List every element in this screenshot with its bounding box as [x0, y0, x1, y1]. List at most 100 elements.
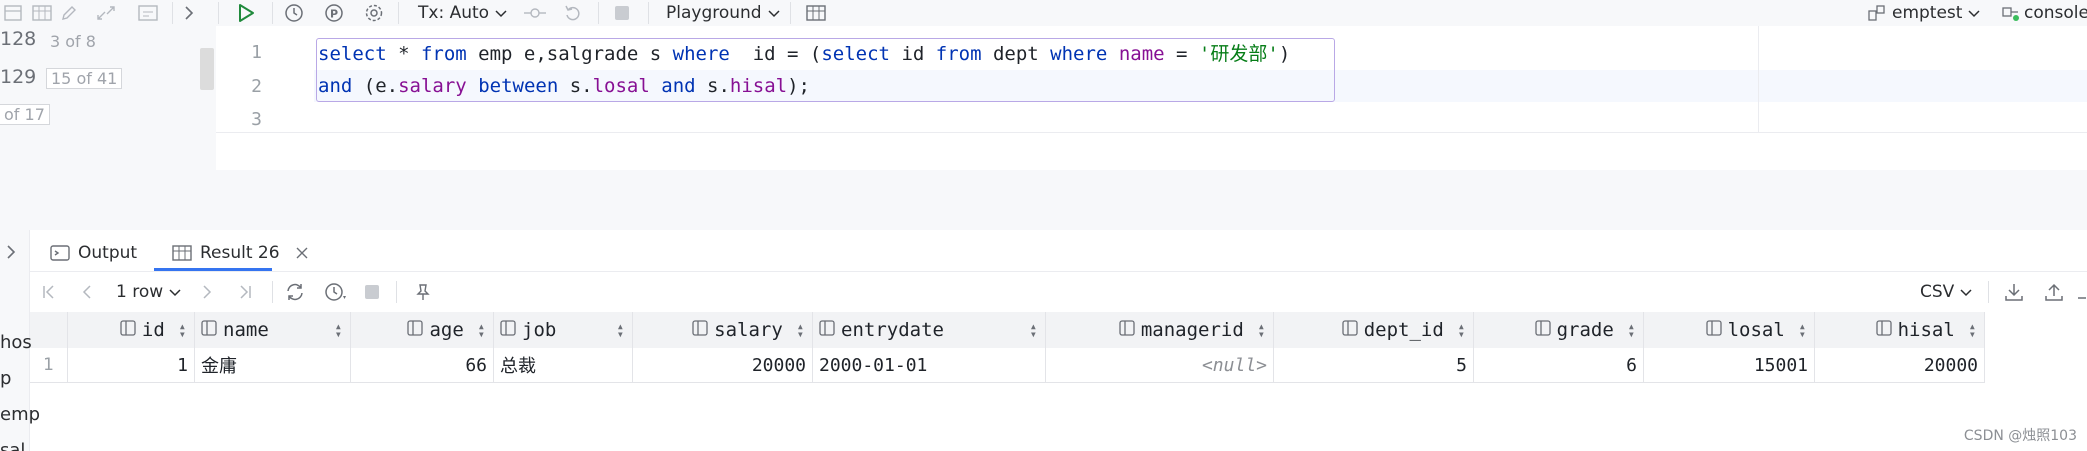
stop-icon[interactable]: [614, 0, 630, 26]
console-plug-icon: [2000, 4, 2020, 22]
svg-text:P: P: [330, 8, 338, 21]
refresh-icon[interactable]: [284, 276, 306, 308]
tree-item-fragment[interactable]: sal: [0, 440, 25, 451]
explain-plan-icon[interactable]: P: [324, 0, 344, 26]
watermark: CSDN @烛照103: [1963, 428, 2077, 444]
run-icon[interactable]: [236, 0, 256, 26]
sort-icon[interactable]: ▴ ▾: [1030, 320, 1037, 340]
stop-icon[interactable]: [364, 276, 380, 308]
column-icon: [819, 319, 835, 341]
sort-icon[interactable]: ▴ ▾: [179, 320, 186, 340]
table-cell-job[interactable]: 总裁: [494, 348, 633, 383]
sort-icon[interactable]: ▴ ▾: [1628, 320, 1635, 340]
chevron-down-icon: [768, 3, 780, 23]
column-icon: [1342, 319, 1358, 341]
table-cell-name[interactable]: 金庸: [195, 348, 351, 383]
console-label: console: [2024, 3, 2087, 23]
row-count-dropdown[interactable]: 1 row: [116, 276, 181, 308]
pin-icon[interactable]: [414, 276, 432, 308]
last-page-icon[interactable]: [238, 276, 252, 308]
column-name: entrydate: [841, 319, 944, 341]
sort-icon[interactable]: ▴ ▾: [1258, 320, 1265, 340]
tree-item-fragment[interactable]: p: [0, 368, 11, 389]
settings-gear-icon[interactable]: [364, 0, 384, 26]
column-name: salary: [714, 319, 783, 341]
column-name: id: [141, 319, 165, 341]
playground-label: Playground: [666, 3, 762, 23]
chevron-down-icon: [1960, 282, 1972, 302]
tab-output[interactable]: Output: [50, 236, 137, 270]
row-number[interactable]: 1: [30, 348, 68, 383]
console-dropdown[interactable]: console: [2000, 0, 2087, 26]
table-cell-entrydate[interactable]: 2000-01-01: [813, 348, 1046, 383]
download-icon[interactable]: [2004, 276, 2024, 308]
table-cell-age[interactable]: 66: [351, 348, 494, 383]
column-header-dept-id[interactable]: dept_id ▴ ▾: [1274, 312, 1474, 348]
close-icon[interactable]: [296, 247, 308, 259]
tab-result-26[interactable]: Result 26: [172, 236, 308, 270]
rollback-icon[interactable]: [564, 0, 582, 26]
chevron-down-icon: [169, 282, 181, 302]
sort-icon[interactable]: ▴ ▾: [617, 320, 624, 340]
column-header-job[interactable]: job ▴ ▾: [494, 312, 633, 348]
splitter-area: [0, 170, 2087, 230]
export-format-dropdown[interactable]: CSV: [1920, 276, 1972, 308]
sort-icon[interactable]: ▴ ▾: [1458, 320, 1465, 340]
line-number: 2: [251, 76, 262, 97]
table-cell-hisal[interactable]: 20000: [1815, 348, 1985, 383]
edit-pencil-icon[interactable]: [60, 0, 78, 26]
window-icon[interactable]: [138, 0, 158, 26]
tree-item-fragment[interactable]: emp: [0, 404, 40, 425]
table-cell-losal[interactable]: 15001: [1644, 348, 1815, 383]
upload-icon[interactable]: [2044, 276, 2064, 308]
column-name: hisal: [1897, 319, 1955, 341]
column-name: job: [522, 319, 557, 341]
timer-icon[interactable]: [324, 276, 348, 308]
column-header-hisal[interactable]: hisal ▴ ▾: [1815, 312, 1985, 348]
table-cell-salary[interactable]: 20000: [633, 348, 813, 383]
table-layout-icon[interactable]: [806, 0, 826, 26]
column-header-entrydate[interactable]: entrydate ▴ ▾: [813, 312, 1046, 348]
sort-icon[interactable]: ▴ ▾: [1969, 320, 1976, 340]
strip-fragment: 128: [0, 28, 37, 50]
tree-item-fragment[interactable]: hos: [0, 332, 32, 353]
editor-toolbar: [0, 0, 2087, 26]
more-icon[interactable]: [2076, 276, 2086, 308]
tx-mode-dropdown[interactable]: Tx: Auto: [418, 0, 507, 26]
table-cell-managerid[interactable]: <null>: [1046, 348, 1274, 383]
table-cell-grade[interactable]: 6: [1474, 348, 1644, 383]
chevron-right-icon[interactable]: [6, 244, 16, 264]
sort-icon[interactable]: ▴ ▾: [797, 320, 804, 340]
column-header-managerid[interactable]: managerid ▴ ▾: [1046, 312, 1274, 348]
sort-icon[interactable]: ▴ ▾: [478, 320, 485, 340]
chevron-right-icon[interactable]: [184, 0, 194, 26]
column-icon: [1705, 319, 1722, 341]
sort-icon[interactable]: ▴ ▾: [1799, 320, 1806, 340]
next-page-icon[interactable]: [202, 276, 212, 308]
table-cell-dept-id[interactable]: 5: [1274, 348, 1474, 383]
editor-divider: [216, 132, 2087, 133]
table-grid-icon[interactable]: [4, 0, 22, 26]
row-count-label: 1 row: [116, 282, 164, 302]
compare-arrows-icon[interactable]: [96, 0, 116, 26]
strip-fragment: 15 of 41: [46, 68, 123, 89]
column-header-grade[interactable]: grade ▴ ▾: [1474, 312, 1644, 348]
line-number: 1: [251, 42, 262, 63]
table-view-icon[interactable]: [32, 0, 52, 26]
vertical-scrollbar[interactable]: [200, 48, 214, 90]
sort-icon[interactable]: ▴ ▾: [335, 320, 342, 340]
chevron-down-icon: [1968, 3, 1980, 23]
column-header-name[interactable]: name ▴ ▾: [195, 312, 351, 348]
playground-dropdown[interactable]: Playground: [666, 0, 780, 26]
table-cell-id[interactable]: 1: [68, 348, 195, 383]
first-page-icon[interactable]: [42, 276, 56, 308]
datasource-dropdown[interactable]: emptest: [1868, 0, 1980, 26]
column-header-losal[interactable]: losal ▴ ▾: [1644, 312, 1815, 348]
column-header-salary[interactable]: salary ▴ ▾: [633, 312, 813, 348]
column-header-age[interactable]: age ▴ ▾: [351, 312, 494, 348]
tab-label: Result 26: [200, 243, 280, 263]
column-header-id[interactable]: id ▴ ▾: [68, 312, 195, 348]
commit-icon[interactable]: [524, 0, 546, 26]
previous-page-icon[interactable]: [82, 276, 92, 308]
history-clock-icon[interactable]: [284, 0, 304, 26]
